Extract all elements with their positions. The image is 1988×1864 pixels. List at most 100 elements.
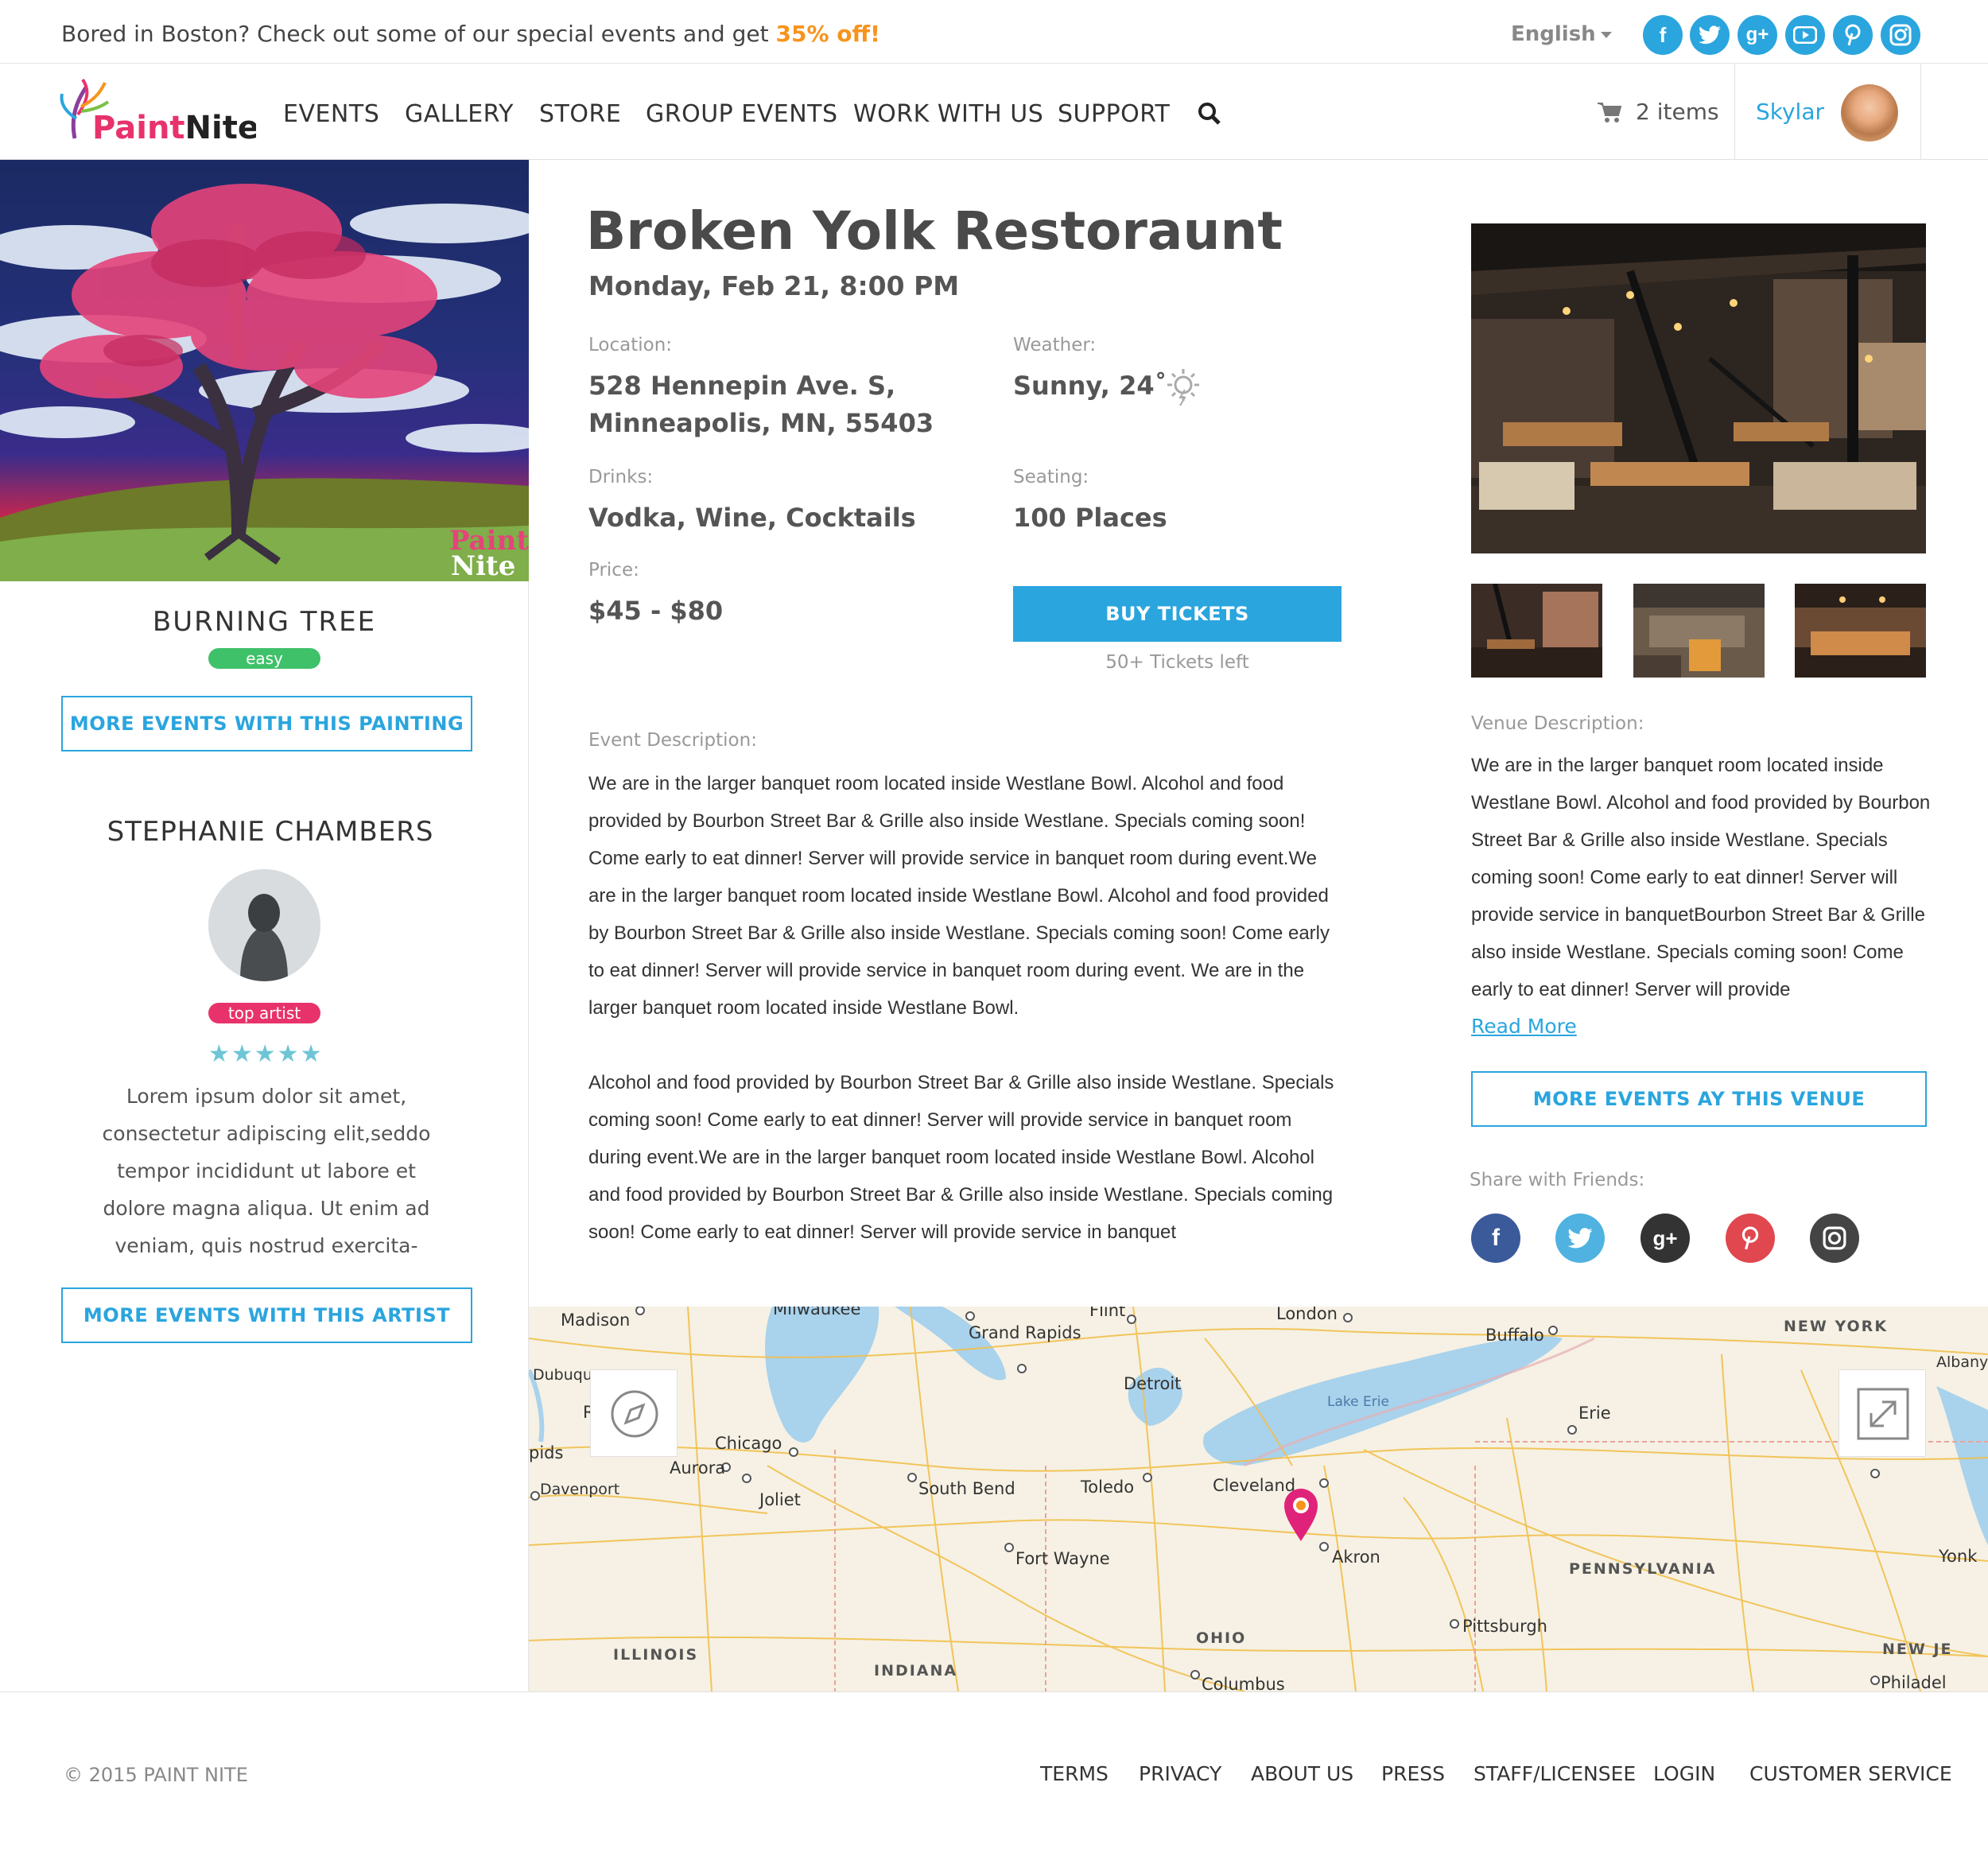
seating-value: 100 Places — [1013, 503, 1167, 533]
painting-image[interactable]: Paint Nite — [0, 160, 529, 581]
map-label-pennsylvania: PENNSYLVANIA — [1569, 1560, 1716, 1578]
tickets-left: 50+ Tickets left — [1105, 652, 1249, 673]
share-pinterest-icon[interactable] — [1726, 1214, 1775, 1263]
map-label-fort-wayne: Fort Wayne — [1015, 1549, 1110, 1568]
rating-stars: ★★★★★ — [208, 1040, 324, 1068]
nav-events[interactable]: EVENTS — [283, 100, 379, 128]
map-label-buffalo: Buffalo — [1485, 1326, 1544, 1345]
twitter-icon[interactable] — [1690, 15, 1730, 55]
nav-group-events[interactable]: GROUP EVENTS — [646, 100, 838, 128]
svg-text:PaintNite: PaintNite — [92, 110, 256, 146]
price-label: Price: — [588, 560, 639, 581]
map-label-akron: Akron — [1332, 1548, 1380, 1567]
venue-main-image[interactable] — [1471, 223, 1926, 553]
promo-discount[interactable]: 35% off! — [776, 21, 880, 47]
venue-thumbnail-2[interactable] — [1633, 584, 1765, 678]
logo-text-paint: Paint — [92, 110, 185, 146]
drinks-label: Drinks: — [588, 467, 654, 487]
artist-avatar[interactable] — [208, 869, 320, 981]
map-label-indiana: INDIANA — [874, 1662, 957, 1680]
language-selector[interactable]: English — [1511, 22, 1612, 46]
youtube-icon[interactable] — [1785, 15, 1825, 55]
nav-divider — [1920, 64, 1921, 160]
price-value: $45 - $80 — [588, 596, 724, 626]
weather-value: Sunny, 24˚ — [1013, 371, 1167, 401]
map-label-chicago: Chicago — [715, 1434, 782, 1453]
footer-link-login[interactable]: LOGIN — [1653, 1762, 1715, 1785]
map-pin-icon[interactable] — [1283, 1487, 1319, 1546]
footer-link-staff-licensee[interactable]: STAFF/LICENSEE — [1474, 1762, 1636, 1785]
paintnite-logo[interactable]: PaintNite — [57, 75, 259, 150]
location-label: Location: — [588, 335, 673, 355]
map-label-philadelphia: Philadel — [1881, 1673, 1947, 1691]
more-events-artist-button[interactable]: MORE EVENTS WITH THIS ARTIST — [61, 1287, 472, 1343]
event-date: Monday, Feb 21, 8:00 PM — [588, 270, 960, 301]
nav-store[interactable]: STORE — [539, 100, 621, 128]
logo-text-nite: Nite — [185, 110, 256, 146]
facebook-icon[interactable]: f — [1643, 15, 1683, 55]
user-avatar[interactable] — [1841, 84, 1898, 142]
nav-work-with-us[interactable]: WORK WITH US — [853, 100, 1043, 128]
footer-link-customer-service[interactable]: CUSTOMER SERVICE — [1749, 1762, 1952, 1785]
weather-label: Weather: — [1013, 335, 1097, 355]
map-label-albany: Albany — [1936, 1353, 1988, 1371]
artist-bio: Lorem ipsum dolor sit amet, consectetur … — [102, 1085, 431, 1257]
buy-tickets-button[interactable]: BUY TICKETS — [1013, 586, 1342, 642]
difficulty-badge: easy — [208, 648, 320, 669]
map-label-davenport: Davenport — [540, 1481, 619, 1498]
drinks-value: Vodka, Wine, Cocktails — [588, 503, 916, 533]
map-label-aurora: Aurora — [670, 1458, 725, 1478]
share-instagram-icon[interactable] — [1810, 1214, 1859, 1263]
language-label: English — [1511, 22, 1596, 46]
instagram-icon[interactable] — [1881, 15, 1920, 55]
map-label-milwaukee: Milwaukee — [773, 1307, 860, 1318]
user-name[interactable]: Skylar — [1756, 99, 1824, 125]
map-label-yonkers: Yonk — [1938, 1547, 1978, 1566]
painting-title: BURNING TREE — [152, 606, 377, 638]
painting-watermark-nite: Nite — [451, 550, 515, 581]
footer-link-terms[interactable]: TERMS — [1040, 1762, 1109, 1785]
map-label-new-jersey: NEW JE — [1882, 1641, 1953, 1658]
event-title: Broken Yolk Restoraunt — [586, 200, 1283, 262]
more-events-venue-button[interactable]: MORE EVENTS AY THIS VENUE — [1471, 1071, 1927, 1127]
promo-text: Bored in Boston? Check out some of our s… — [61, 21, 776, 47]
map-label-toledo: Toledo — [1080, 1478, 1134, 1497]
chevron-down-icon — [1600, 31, 1612, 38]
map-compass-button[interactable] — [590, 1369, 678, 1457]
map-label-joliet: Joliet — [758, 1490, 801, 1509]
read-more-link[interactable]: Read More — [1471, 1015, 1577, 1038]
footer-link-about-us[interactable]: ABOUT US — [1251, 1762, 1353, 1785]
search-icon[interactable] — [1198, 102, 1221, 129]
seating-label: Seating: — [1013, 467, 1089, 487]
venue-thumbnail-1[interactable] — [1471, 584, 1602, 678]
venue-map[interactable]: Madison Milwaukee Flint London Grand Rap… — [529, 1307, 1988, 1691]
location-line2: Minneapolis, MN, 55403 — [588, 408, 934, 438]
map-label-new-york: NEW YORK — [1784, 1318, 1888, 1335]
artist-name: STEPHANIE CHAMBERS — [107, 816, 434, 848]
share-google-plus-icon[interactable]: g+ — [1640, 1214, 1690, 1263]
event-description-p1: We are in the larger banquet room locate… — [588, 773, 1330, 1019]
nav-support[interactable]: SUPPORT — [1058, 100, 1170, 128]
pinterest-icon[interactable] — [1833, 15, 1873, 55]
cart-icon[interactable] — [1597, 101, 1622, 126]
map-label-detroit: Detroit — [1124, 1374, 1181, 1393]
event-description-label: Event Description: — [588, 730, 757, 751]
map-label-pittsburgh: Pittsburgh — [1462, 1617, 1547, 1636]
map-label-london: London — [1276, 1307, 1338, 1323]
nav-divider — [1734, 64, 1735, 160]
google-plus-icon[interactable]: g+ — [1738, 15, 1777, 55]
share-facebook-icon[interactable]: f — [1471, 1214, 1520, 1263]
nav-gallery[interactable]: GALLERY — [405, 100, 514, 128]
footer-link-press[interactable]: PRESS — [1381, 1762, 1445, 1785]
footer-link-privacy[interactable]: PRIVACY — [1139, 1762, 1221, 1785]
map-label-flint: Flint — [1089, 1307, 1125, 1320]
compass-icon — [611, 1390, 658, 1438]
map-label-madison: Madison — [561, 1311, 630, 1330]
map-expand-button[interactable] — [1839, 1369, 1926, 1457]
venue-thumbnail-3[interactable] — [1795, 584, 1926, 678]
share-twitter-icon[interactable] — [1555, 1214, 1605, 1263]
event-description-p2: Alcohol and food provided by Bourbon Str… — [588, 1072, 1334, 1243]
cart-count[interactable]: 2 items — [1636, 99, 1719, 125]
more-events-painting-button[interactable]: MORE EVENTS WITH THIS PAINTING — [61, 696, 472, 751]
map-label-lake-erie: Lake Erie — [1327, 1394, 1389, 1410]
